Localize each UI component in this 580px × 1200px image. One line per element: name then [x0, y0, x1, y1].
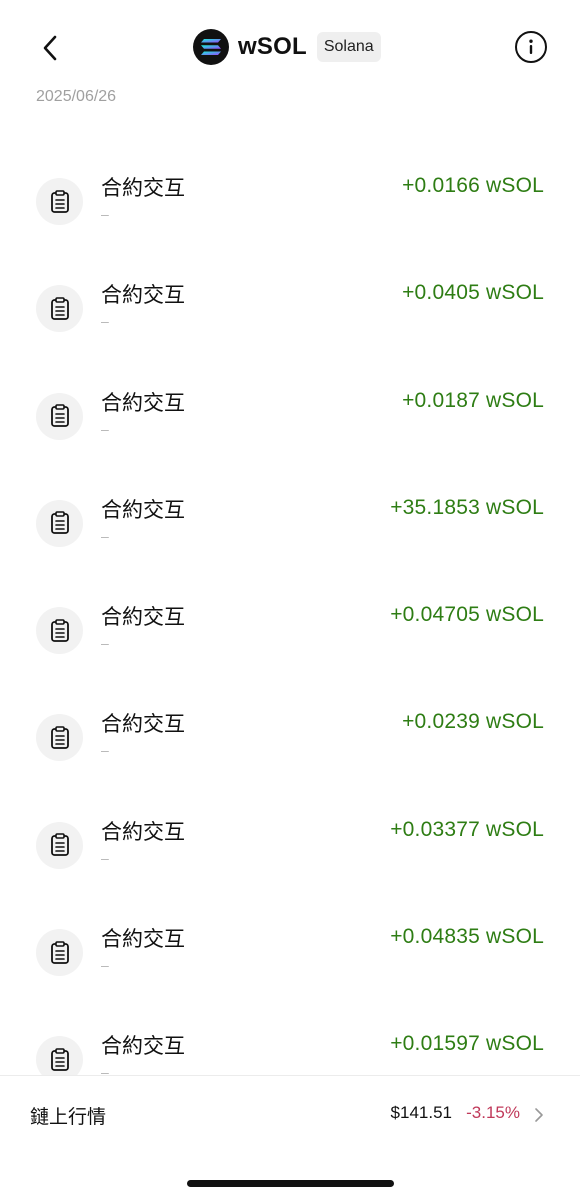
clipboard-icon	[36, 178, 83, 225]
chevron-right-icon	[535, 1108, 543, 1122]
transaction-subtitle: –	[101, 206, 109, 222]
transaction-title: 合約交互	[101, 605, 185, 630]
transaction-amount: +0.04705 wSOL	[390, 603, 544, 627]
clipboard-icon	[36, 392, 83, 440]
chevron-left-icon	[43, 35, 57, 61]
transaction-amount: +0.0239 wSOL	[402, 710, 544, 734]
info-button[interactable]	[515, 31, 547, 63]
transaction-row[interactable]: 合約交互 – +0.0187 wSOL	[0, 365, 580, 472]
market-change: -3.15%	[466, 1103, 520, 1122]
date-header: 2025/06/26	[36, 88, 117, 105]
clipboard-icon	[36, 929, 83, 977]
info-icon	[529, 39, 533, 54]
transaction-row[interactable]: 合約交互 – +35.1853 wSOL	[0, 472, 580, 579]
clipboard-icon	[36, 714, 83, 762]
back-button[interactable]	[30, 28, 70, 68]
clipboard-icon	[36, 285, 83, 333]
transaction-title: 合約交互	[101, 819, 185, 844]
transaction-row[interactable]: 合約交互 – +0.0166 wSOL	[0, 150, 580, 257]
transaction-title: 合約交互	[101, 927, 185, 952]
transaction-amount: +0.0405 wSOL	[402, 281, 544, 305]
transaction-title: 合約交互	[101, 712, 185, 737]
transaction-subtitle: –	[101, 849, 109, 866]
market-price: $141.51	[390, 1103, 452, 1122]
transaction-subtitle: –	[101, 635, 109, 652]
transaction-title: 合約交互	[101, 176, 185, 200]
transaction-row[interactable]: 合約交互 – +0.01597 wSOL	[0, 1008, 580, 1075]
chain-badge: Solana	[316, 32, 381, 62]
transaction-title: 合約交互	[101, 283, 185, 308]
solana-logo	[193, 29, 229, 65]
token-title-group: wSOL Solana	[193, 28, 381, 66]
transaction-subtitle: –	[101, 957, 109, 974]
clipboard-icon	[36, 821, 83, 869]
header: wSOL Solana	[0, 0, 580, 92]
clipboard-icon	[36, 499, 83, 547]
transaction-amount: +0.04835 wSOL	[390, 925, 544, 949]
market-label: 鏈上行情	[30, 1106, 107, 1128]
transaction-row[interactable]: 合約交互 – +0.0239 wSOL	[0, 686, 580, 793]
token-detail-screen: wSOL Solana 2025/06/26 合約交互 – +0.0166 wSOL…	[0, 0, 580, 1200]
transaction-title: 合約交互	[101, 1034, 185, 1059]
transaction-title: 合約交互	[101, 390, 185, 415]
transaction-subtitle: –	[101, 420, 109, 437]
transaction-subtitle: –	[101, 527, 109, 544]
transaction-subtitle: –	[101, 742, 109, 759]
transaction-title: 合約交互	[101, 497, 185, 522]
transaction-amount: +0.0187 wSOL	[402, 388, 544, 412]
transaction-list: 合約交互 – +0.0166 wSOL 合約交互 – +0.0405 wSOL 合約交互 – +…	[0, 150, 580, 1075]
transaction-amount: +0.03377 wSOL	[390, 817, 544, 841]
transaction-amount: +0.0166 wSOL	[402, 174, 544, 197]
market-bar[interactable]: 鏈上行情 $141.51 -3.15%	[0, 1075, 580, 1151]
transaction-amount: +35.1853 wSOL	[390, 495, 544, 519]
transaction-row[interactable]: 合約交互 – +0.0405 wSOL	[0, 257, 580, 364]
transaction-amount: +0.01597 wSOL	[390, 1032, 544, 1056]
token-name: wSOL	[238, 33, 307, 60]
clipboard-icon	[36, 1036, 83, 1075]
transaction-subtitle: –	[101, 1064, 109, 1075]
transaction-subtitle: –	[101, 313, 109, 330]
home-indicator	[187, 1180, 394, 1187]
clipboard-icon	[36, 607, 83, 655]
transaction-row[interactable]: 合約交互 – +0.03377 wSOL	[0, 794, 580, 901]
transaction-row[interactable]: 合約交互 – +0.04835 wSOL	[0, 901, 580, 1008]
transaction-row[interactable]: 合約交互 – +0.04705 wSOL	[0, 579, 580, 686]
